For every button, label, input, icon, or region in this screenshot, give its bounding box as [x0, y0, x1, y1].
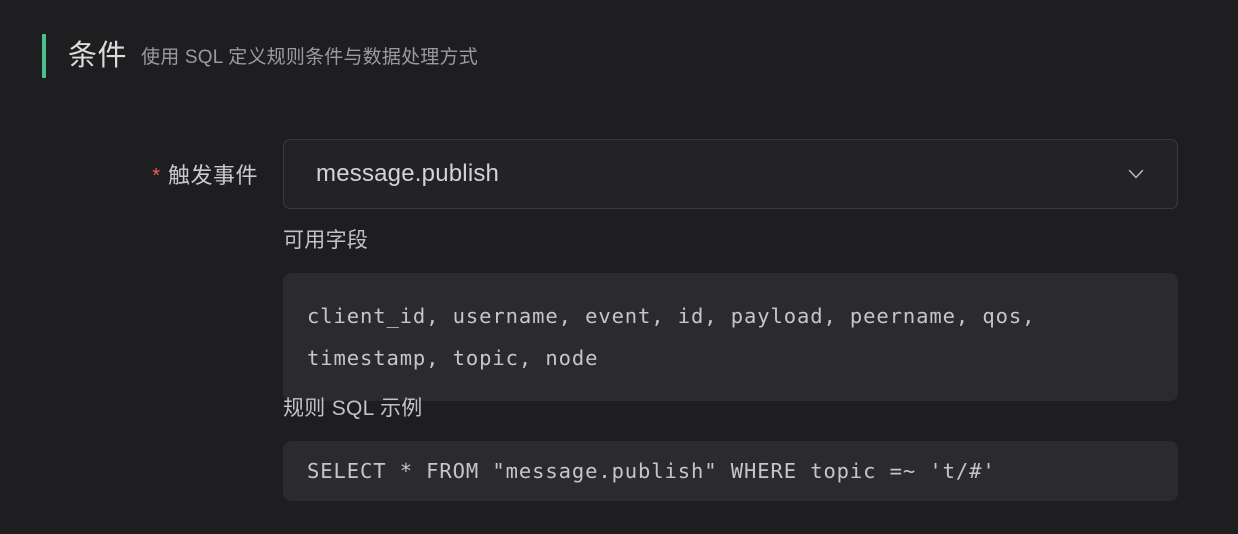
condition-panel: 条件 使用 SQL 定义规则条件与数据处理方式 * 触发事件 message.p…: [0, 0, 1238, 534]
required-asterisk-icon: *: [152, 165, 160, 187]
accent-bar-icon: [42, 34, 46, 78]
available-fields-label: 可用字段: [283, 229, 369, 252]
section-header: 条件 使用 SQL 定义规则条件与数据处理方式: [42, 33, 478, 79]
trigger-event-label: 触发事件: [167, 163, 258, 188]
page-title: 条件: [68, 39, 128, 72]
trigger-event-selected-value: message.publish: [316, 160, 500, 187]
trigger-event-select[interactable]: message.publish: [283, 139, 1178, 209]
sql-example-line: SELECT * FROM "message.publish" WHERE to…: [307, 459, 996, 483]
section-subtitle: 使用 SQL 定义规则条件与数据处理方式: [141, 47, 478, 68]
chevron-down-icon: [1125, 163, 1147, 185]
sql-example-code-box: SELECT * FROM "message.publish" WHERE to…: [283, 441, 1178, 501]
sql-example-group: 规则 SQL 示例 SELECT * FROM "message.publish…: [283, 392, 1178, 501]
available-fields-code-box: client_id, username, event, id, payload,…: [283, 273, 1178, 401]
available-fields-line: timestamp, topic, node: [307, 346, 599, 370]
sql-example-label: 规则 SQL 示例: [283, 397, 423, 420]
available-fields-group: 可用字段 client_id, username, event, id, pay…: [283, 224, 1178, 401]
trigger-event-label-wrap: * 触发事件: [0, 139, 283, 209]
trigger-event-row: * 触发事件 message.publish: [0, 139, 1178, 209]
available-fields-line: client_id, username, event, id, payload,…: [307, 304, 1036, 328]
